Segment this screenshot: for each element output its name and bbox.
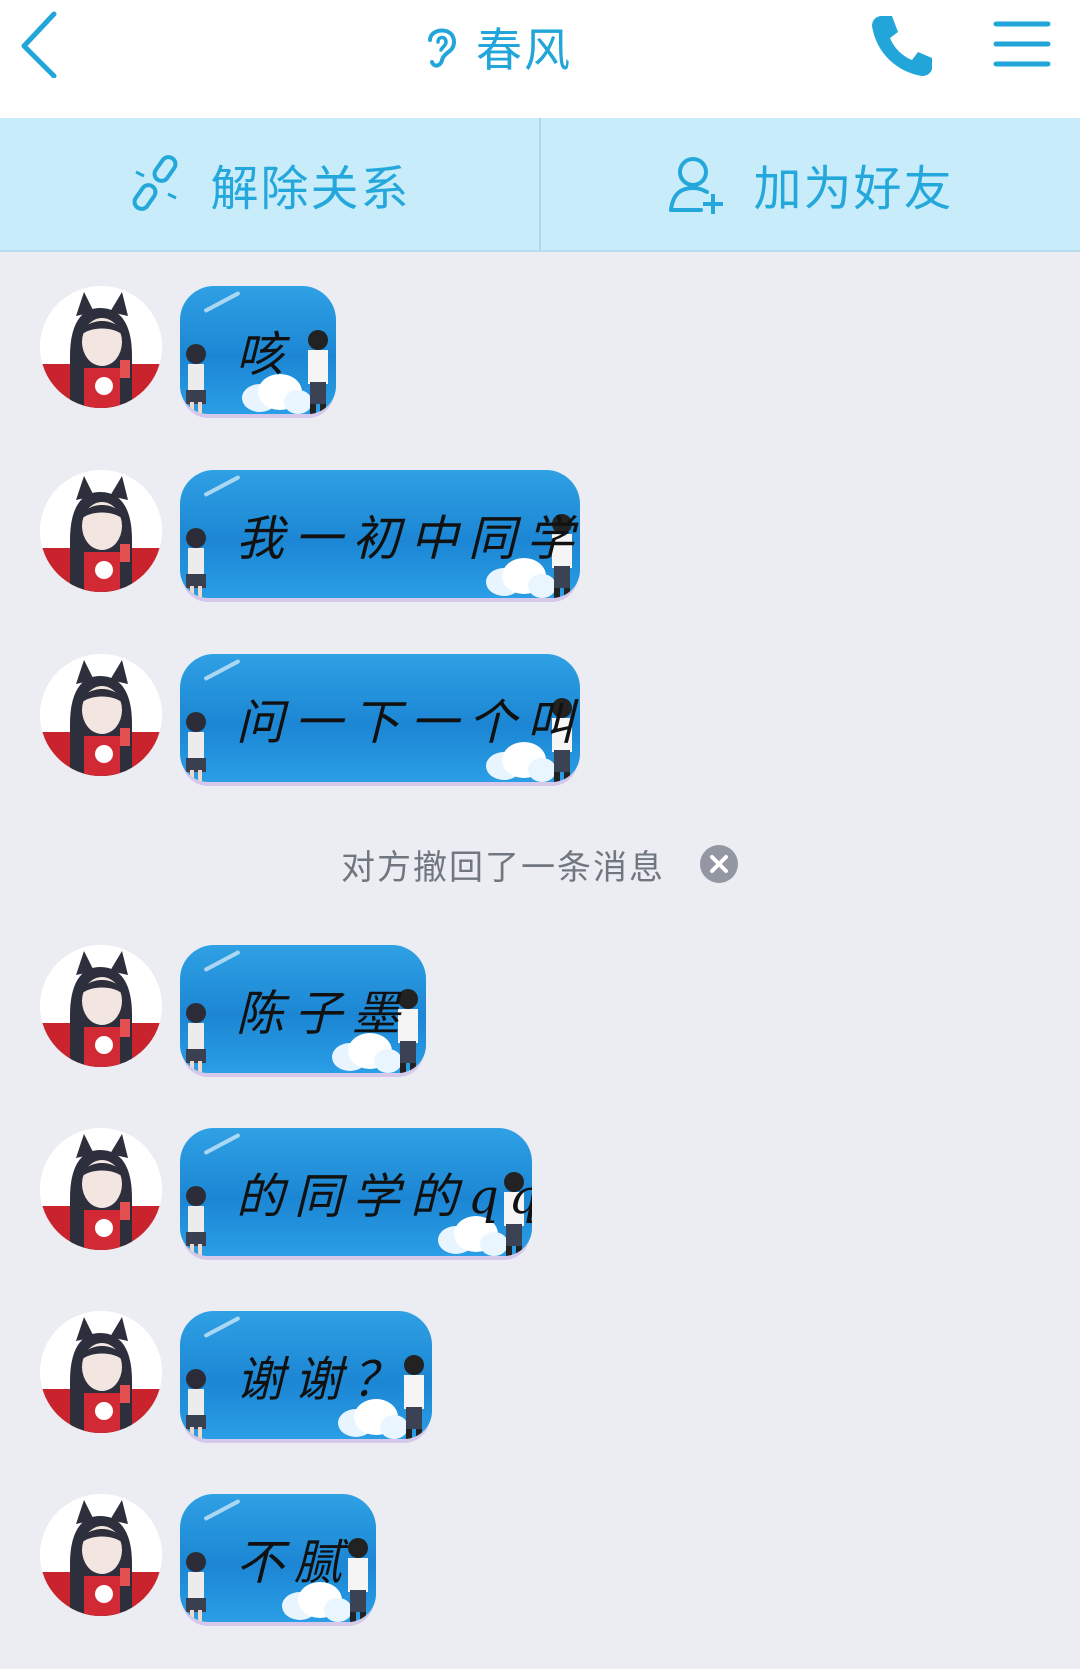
unlink-button[interactable]: 解除关系 [0,118,539,250]
anime-girl-avatar-image [40,945,162,1067]
message-text: 不腻 [236,1535,353,1591]
anime-girl-avatar-image [40,654,162,776]
avatar[interactable] [40,1494,162,1616]
message-text: 我一初中同学 [236,511,580,567]
back-button[interactable] [14,8,66,79]
close-icon[interactable] [699,844,739,884]
avatar[interactable] [40,1311,162,1433]
message-text: 谢谢？ [236,1352,411,1408]
chevron-left-icon [21,11,57,79]
unlink-icon [133,155,178,211]
avatar[interactable] [40,286,162,408]
girl-figure-decoration [186,344,206,414]
avatar[interactable] [40,945,162,1067]
girl-figure-decoration [186,1552,206,1622]
message-bubble[interactable]: 咳 [180,286,336,414]
message-text: 的同学的qq [236,1169,532,1225]
recall-notice-text: 对方撤回了一条消息 [341,847,665,888]
girl-figure-decoration [186,528,206,598]
unlink-label: 解除关系 [210,161,411,217]
message-text: 咳 [236,327,295,383]
chat-title: 春风 [476,23,572,77]
message-text: 陈子墨 [236,986,411,1042]
message-bubble[interactable]: 谢谢？ [180,1311,432,1439]
relation-action-bar: 解除关系 加为好友 [0,118,1080,252]
avatar[interactable] [40,470,162,592]
message-text: 问一下一个叫 [236,695,580,751]
girl-figure-decoration [186,1003,206,1073]
call-button[interactable] [868,10,938,80]
phone-icon [872,16,932,76]
boy-figure-decoration [308,330,328,414]
message-bubble[interactable]: 问一下一个叫 [180,654,580,782]
anime-girl-avatar-image [40,286,162,408]
anime-girl-avatar-image [40,470,162,592]
message-bubble[interactable]: 陈子墨 [180,945,426,1073]
girl-figure-decoration [186,1369,206,1439]
add-friend-label: 加为好友 [753,161,954,217]
girl-figure-decoration [186,712,206,782]
title-area: 春风 [420,12,572,82]
message-bubble[interactable]: 的同学的qq [180,1128,532,1256]
add-friend-button[interactable]: 加为好友 [539,118,1080,250]
girl-figure-decoration [186,1186,206,1256]
chat-header: 春风 [0,0,1080,118]
anime-girl-avatar-image [40,1128,162,1250]
message-bubble[interactable]: 不腻 [180,1494,376,1622]
menu-button[interactable] [992,14,1052,74]
avatar[interactable] [40,1128,162,1250]
ear-icon [428,28,457,68]
menu-icon [993,21,1051,67]
recall-notice: 对方撤回了一条消息 [0,836,1080,892]
anime-girl-avatar-image [40,1311,162,1433]
anime-girl-avatar-image [40,1494,162,1616]
avatar[interactable] [40,654,162,776]
message-bubble[interactable]: 我一初中同学 [180,470,580,598]
add-friend-icon [669,157,724,214]
